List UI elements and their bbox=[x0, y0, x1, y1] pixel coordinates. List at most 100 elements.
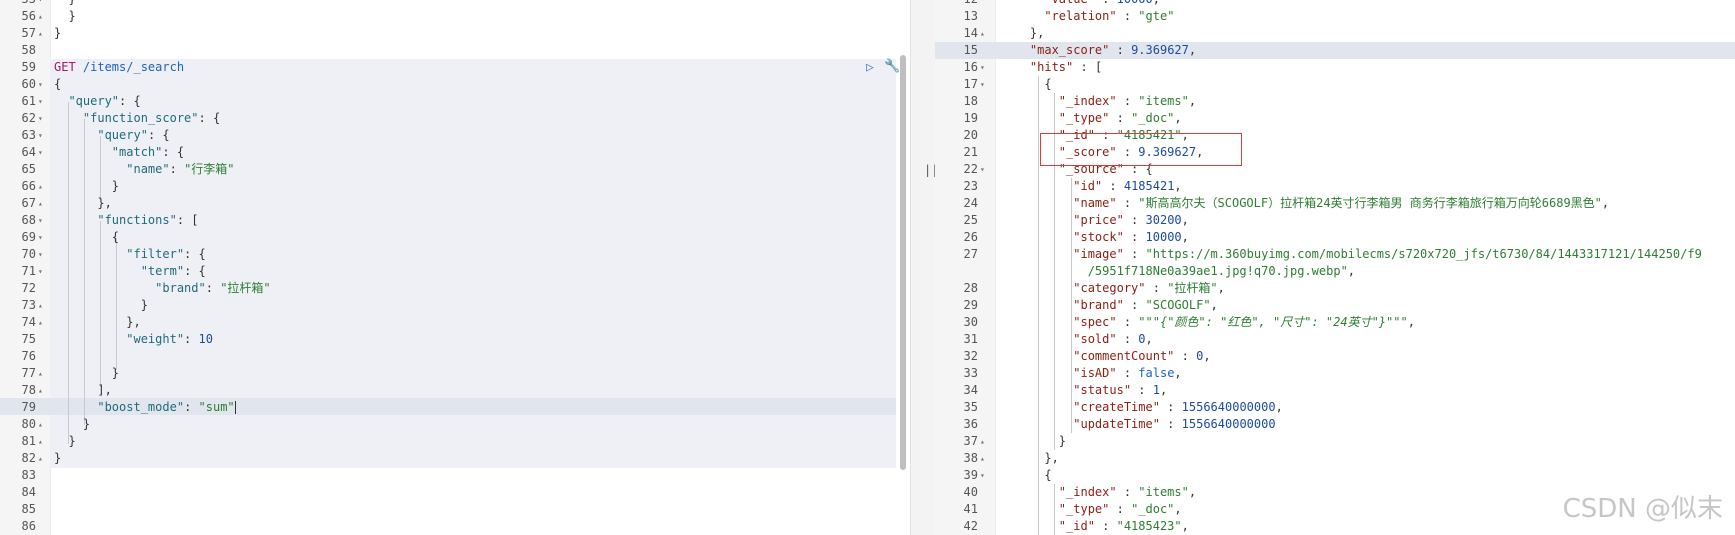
fold-close-icon[interactable]: ▴ bbox=[38, 365, 43, 382]
code-line[interactable]: 70 ▾ "filter": { bbox=[0, 246, 910, 263]
wrench-settings-icon[interactable]: 🔧 bbox=[884, 59, 900, 74]
code-line[interactable]: 35 "createTime" : 1556640000000, bbox=[935, 399, 1735, 416]
request-editor[interactable]: 55▾ }56▴ }57▴}5859GET /items/_search60▾{… bbox=[0, 0, 910, 535]
code-line[interactable]: 39 ▾ { bbox=[935, 467, 1735, 484]
code-line[interactable]: 29 "brand" : "SCOGOLF", bbox=[935, 297, 1735, 314]
fold-open-icon[interactable]: ▾ bbox=[38, 127, 43, 144]
code-line[interactable]: 71 ▾ "term": { bbox=[0, 263, 910, 280]
fold-close-icon[interactable]: ▴ bbox=[38, 297, 43, 314]
code-line[interactable]: 61 ▾ "query": { bbox=[0, 93, 910, 110]
fold-close-icon[interactable]: ▴ bbox=[38, 178, 43, 195]
code-line[interactable]: 30 "spec" : """{"颜色": "红色", "尺寸": "24英寸"… bbox=[935, 314, 1735, 331]
code-line[interactable]: 81 ▴ } bbox=[0, 433, 910, 450]
fold-close-icon[interactable]: ▴ bbox=[980, 25, 985, 42]
code-line[interactable]: 24 "name" : "斯高高尔夫（SCOGOLF）拉杆箱24英寸行李箱男 商… bbox=[935, 195, 1735, 212]
code-line[interactable]: 31 "sold" : 0, bbox=[935, 331, 1735, 348]
code-line[interactable]: 58 bbox=[0, 42, 910, 59]
left-scrollbar[interactable] bbox=[900, 55, 906, 470]
code-line[interactable]: 18 "_index" : "items", bbox=[935, 93, 1735, 110]
code-line[interactable]: 19 "_type" : "_doc", bbox=[935, 110, 1735, 127]
run-request-icon[interactable]: ▷ bbox=[866, 60, 874, 75]
fold-open-icon[interactable]: ▾ bbox=[38, 229, 43, 246]
code-line[interactable]: 68 ▾ "functions": [ bbox=[0, 212, 910, 229]
fold-close-icon[interactable]: ▴ bbox=[980, 450, 985, 467]
code-line[interactable]: 64 ▾ "match": { bbox=[0, 144, 910, 161]
code-line[interactable]: 82 ▴} bbox=[0, 450, 910, 467]
fold-open-icon[interactable]: ▾ bbox=[38, 93, 43, 110]
fold-open-icon[interactable]: ▾ bbox=[980, 161, 985, 178]
fold-open-icon[interactable]: ▾ bbox=[38, 246, 43, 263]
code-line[interactable]: 72 "brand": "拉杆箱" bbox=[0, 280, 910, 297]
code-line[interactable]: 25 "price" : 30200, bbox=[935, 212, 1735, 229]
fold-close-icon[interactable]: ▴ bbox=[38, 382, 43, 399]
fold-close-icon[interactable]: ▴ bbox=[980, 433, 985, 450]
code-line[interactable]: 65 "name": "行李箱" bbox=[0, 161, 910, 178]
code-token: "price" bbox=[1073, 213, 1124, 227]
code-line[interactable]: 36 "updateTime" : 1556640000000 bbox=[935, 416, 1735, 433]
code-line[interactable]: 84 bbox=[0, 484, 910, 501]
code-line[interactable]: 26 "stock" : 10000, bbox=[935, 229, 1735, 246]
fold-open-icon[interactable]: ▾ bbox=[38, 263, 43, 280]
code-line[interactable]: 32 "commentCount" : 0, bbox=[935, 348, 1735, 365]
fold-open-icon[interactable]: ▾ bbox=[38, 0, 43, 8]
pane-resizer[interactable] bbox=[910, 0, 937, 535]
code-line[interactable]: 15 "max_score" : 9.369627, bbox=[935, 42, 1735, 59]
code-line[interactable]: 74 ▴ }, bbox=[0, 314, 910, 331]
fold-open-icon[interactable]: ▾ bbox=[38, 212, 43, 229]
code-line[interactable]: 28 "category" : "拉杆箱", bbox=[935, 280, 1735, 297]
code-text: } bbox=[54, 0, 75, 8]
code-line[interactable]: 34 "status" : 1, bbox=[935, 382, 1735, 399]
fold-close-icon[interactable]: ▴ bbox=[38, 25, 43, 42]
code-line[interactable]: 80 ▴ } bbox=[0, 416, 910, 433]
fold-open-icon[interactable]: ▾ bbox=[980, 76, 985, 93]
fold-close-icon[interactable]: ▴ bbox=[38, 8, 43, 25]
code-line[interactable]: 55▾ } bbox=[0, 0, 910, 8]
code-line[interactable]: 78 ▴ ], bbox=[0, 382, 910, 399]
fold-close-icon[interactable]: ▴ bbox=[38, 195, 43, 212]
code-line[interactable]: 62 ▾ "function_score": { bbox=[0, 110, 910, 127]
code-line[interactable]: 33 "isAD" : false, bbox=[935, 365, 1735, 382]
code-line[interactable]: 73 ▴ } bbox=[0, 297, 910, 314]
code-line[interactable]: 67 ▴ }, bbox=[0, 195, 910, 212]
line-number: 64 bbox=[21, 145, 36, 159]
fold-close-icon[interactable]: ▴ bbox=[38, 416, 43, 433]
code-line[interactable]: 14 ▴ }, bbox=[935, 25, 1735, 42]
fold-open-icon[interactable]: ▾ bbox=[38, 144, 43, 161]
code-line[interactable]: 79 "boost_mode": "sum" bbox=[0, 399, 910, 416]
code-line[interactable]: 76 bbox=[0, 348, 910, 365]
code-line[interactable]: 23 "id" : 4185421, bbox=[935, 178, 1735, 195]
fold-open-icon[interactable]: ▾ bbox=[38, 76, 43, 93]
code-line[interactable]: 75 "weight": 10 bbox=[0, 331, 910, 348]
code-line[interactable]: 86 bbox=[0, 518, 910, 535]
code-line[interactable]: 38 ▴ }, bbox=[935, 450, 1735, 467]
response-viewer[interactable]: 12 "value" : 10000,13 "relation" : "gte"… bbox=[935, 0, 1735, 535]
code-line[interactable]: 57 ▴} bbox=[0, 25, 910, 42]
fold-close-icon[interactable]: ▴ bbox=[38, 433, 43, 450]
code-line[interactable]: 85 bbox=[0, 501, 910, 518]
code-line[interactable]: 69 ▾ { bbox=[0, 229, 910, 246]
fold-close-icon[interactable]: ▴ bbox=[38, 314, 43, 331]
fold-open-icon[interactable]: ▾ bbox=[980, 59, 985, 76]
code-line[interactable]: 66 ▴ } bbox=[0, 178, 910, 195]
code-line[interactable]: 83 bbox=[0, 467, 910, 484]
code-line[interactable]: 63 ▾ "query": { bbox=[0, 127, 910, 144]
code-line[interactable]: 77 ▴ } bbox=[0, 365, 910, 382]
code-line[interactable]: 12 "value" : 10000, bbox=[935, 0, 1735, 8]
code-line[interactable]: 56 ▴ } bbox=[0, 8, 910, 25]
code-line[interactable]: 27 "image" : "https://m.360buyimg.com/mo… bbox=[935, 246, 1735, 263]
fold-close-icon[interactable]: ▴ bbox=[38, 450, 43, 467]
code-line[interactable]: 59 GET /items/_search bbox=[0, 59, 910, 76]
fold-open-icon[interactable]: ▾ bbox=[980, 467, 985, 484]
code-line[interactable]: 16 ▾ "hits" : [ bbox=[935, 59, 1735, 76]
code-line[interactable]: 37 ▴ } bbox=[935, 433, 1735, 450]
code-line[interactable]: 17 ▾ { bbox=[935, 76, 1735, 93]
code-line[interactable]: 60 ▾ { bbox=[0, 76, 910, 93]
code-line[interactable]: /5951f718Ne0a39ae1.jpg!q70.jpg.webp", bbox=[935, 263, 1735, 280]
code-line[interactable]: 13 "relation" : "gte" bbox=[935, 8, 1735, 25]
code-token: : bbox=[1159, 417, 1182, 431]
fold-open-icon[interactable]: ▾ bbox=[38, 110, 43, 127]
